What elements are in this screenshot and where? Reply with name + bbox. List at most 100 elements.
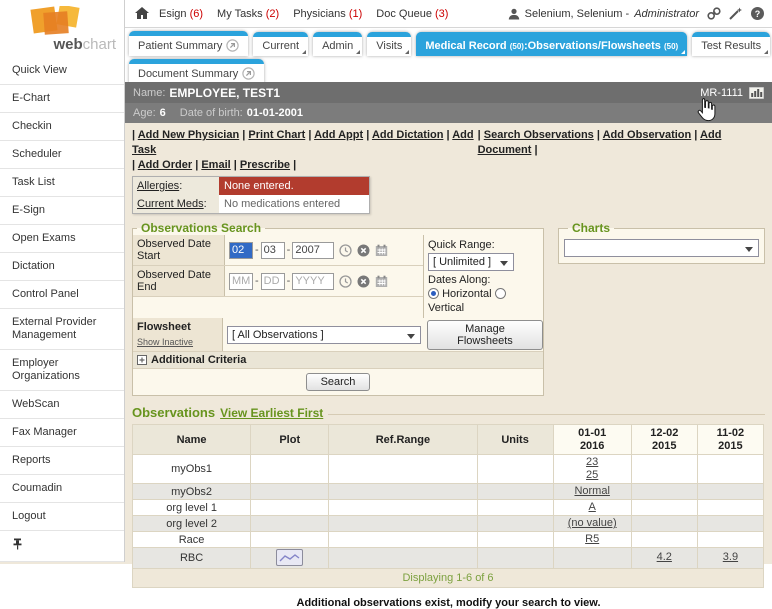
sidebar-item-external-provider-management[interactable]: External Provider Management <box>0 309 124 350</box>
col-name: Name <box>133 425 251 455</box>
sidebar-item-employer-organizations[interactable]: Employer Organizations <box>0 350 124 391</box>
vertical-label: Vertical <box>428 301 539 315</box>
tab-patient-summary[interactable]: Patient Summary <box>129 31 248 56</box>
obs-value-link[interactable]: 25 <box>586 469 598 482</box>
sidebar-item-task-list[interactable]: Task List <box>0 169 124 197</box>
obs-value-link[interactable]: 3.9 <box>723 551 738 564</box>
sidebar-item-scheduler[interactable]: Scheduler <box>0 141 124 169</box>
popout-icon[interactable] <box>242 67 255 80</box>
patient-dob: 01-01-2001 <box>247 107 303 119</box>
obs-name: myObs2 <box>133 484 251 500</box>
nav-physicians[interactable]: Physicians (1) <box>293 8 362 20</box>
tab-document-summary[interactable]: Document Summary <box>129 59 264 84</box>
link-add-dictation[interactable]: Add Dictation <box>372 129 444 141</box>
flowsheet-select[interactable]: [ All Observations ] <box>227 326 421 344</box>
clear-date-icon[interactable] <box>357 244 370 257</box>
sidebar-item-e-sign[interactable]: E-Sign <box>0 197 124 225</box>
chart-summary-icon[interactable] <box>749 87 764 99</box>
obs-value-link[interactable]: 4.2 <box>657 551 672 564</box>
table-row: myObs2 Normal <box>133 484 764 500</box>
obs-value-link[interactable]: R5 <box>585 533 599 546</box>
user-icon <box>508 8 520 20</box>
start-month-input[interactable] <box>229 242 253 259</box>
name-label: Name: <box>133 87 165 99</box>
link-prescribe[interactable]: Prescribe <box>240 159 290 171</box>
sidebar-item-reports[interactable]: Reports <box>0 447 124 475</box>
current-meds-label[interactable]: Current Meds <box>137 198 204 210</box>
quick-range-select[interactable]: [ Unlimited ] <box>428 253 514 271</box>
tab-current[interactable]: Current <box>253 32 308 56</box>
link-print-chart[interactable]: Print Chart <box>248 129 305 141</box>
obs-value-link[interactable]: Normal <box>574 485 609 498</box>
link-add-observation[interactable]: Add Observation <box>603 129 692 141</box>
link-add-order[interactable]: Add Order <box>138 159 192 171</box>
calendar-icon[interactable] <box>375 275 388 288</box>
sidebar-item-coumadin[interactable]: Coumadin <box>0 475 124 503</box>
sidebar-item-webscan[interactable]: WebScan <box>0 391 124 419</box>
allergies-label[interactable]: Allergies <box>137 180 179 192</box>
logo-chart: chart <box>83 36 116 53</box>
sidebar-item-fax-manager[interactable]: Fax Manager <box>0 419 124 447</box>
user-name: Selenium, Selenium - <box>525 8 630 20</box>
esign-count: (6) <box>190 8 203 20</box>
end-year-input[interactable] <box>292 273 334 290</box>
sidebar-pin-toggle[interactable] <box>0 531 124 562</box>
chart-links-row2: Add Order Email Prescribe <box>132 158 765 173</box>
wand-icon[interactable] <box>729 7 743 20</box>
tab-admin[interactable]: Admin <box>313 32 362 56</box>
obs-value-link[interactable]: 23 <box>586 456 598 469</box>
view-earliest-first-link[interactable]: View Earliest First <box>220 406 323 420</box>
tab-visits[interactable]: Visits <box>367 32 411 56</box>
col-date-2015-11-02[interactable]: 11-022015 <box>697 425 763 455</box>
nav-doc-queue[interactable]: Doc Queue (3) <box>376 8 448 20</box>
vertical-radio[interactable] <box>495 288 506 299</box>
sidebar-item-open-exams[interactable]: Open Exams <box>0 225 124 253</box>
quick-links-icon[interactable] <box>707 7 721 20</box>
sidebar-item-e-chart[interactable]: E-Chart <box>0 85 124 113</box>
home-icon[interactable] <box>135 7 149 20</box>
link-search-observations[interactable]: Search Observations <box>484 129 594 141</box>
patient-header-row1: Name: EMPLOYEE, TEST1 MR-1111 <box>125 82 772 103</box>
sparkline-plot-button[interactable] <box>276 549 303 566</box>
calendar-icon[interactable] <box>375 244 388 257</box>
obs-value-link[interactable]: (no value) <box>568 517 617 530</box>
popout-icon[interactable] <box>226 39 239 52</box>
obs-value-link[interactable]: A <box>589 501 596 514</box>
show-inactive-link[interactable]: Show Inactive <box>137 336 193 348</box>
link-add-new-physician[interactable]: Add New Physician <box>138 129 239 141</box>
tab-test-results[interactable]: Test Results <box>692 32 770 56</box>
horizontal-radio[interactable] <box>428 288 439 299</box>
clock-icon[interactable] <box>339 275 352 288</box>
manage-flowsheets-button[interactable]: Manage Flowsheets <box>427 320 543 350</box>
quick-range-column: Quick Range: [ Unlimited ] Dates Along: … <box>423 235 543 318</box>
clock-icon[interactable] <box>339 244 352 257</box>
help-icon[interactable]: ? <box>751 7 764 20</box>
clear-date-icon[interactable] <box>357 275 370 288</box>
col-units: Units <box>477 425 553 455</box>
sidebar-item-quick-view[interactable]: Quick View <box>0 57 124 85</box>
tab-medical-record-observations[interactable]: Medical Record (50):Observations/Flowshe… <box>416 32 687 56</box>
search-button[interactable]: Search <box>306 373 371 391</box>
sidebar-item-control-panel[interactable]: Control Panel <box>0 281 124 309</box>
table-footer-row: Displaying 1-6 of 6 <box>133 568 764 587</box>
sidebar-item-logout[interactable]: Logout <box>0 503 124 531</box>
start-day-input[interactable] <box>261 242 285 259</box>
age-label: Age: <box>133 107 156 119</box>
nav-esign[interactable]: Esign (6) <box>159 8 203 20</box>
quick-range-label: Quick Range: <box>428 238 539 252</box>
user-menu[interactable]: Selenium, Selenium - Administrator <box>508 8 699 20</box>
link-add-appt[interactable]: Add Appt <box>314 129 363 141</box>
sidebar-item-dictation[interactable]: Dictation <box>0 253 124 281</box>
end-day-input[interactable] <box>261 273 285 290</box>
end-month-input[interactable] <box>229 273 253 290</box>
link-email[interactable]: Email <box>201 159 230 171</box>
flowsheet-row: Flowsheet Show Inactive [ All Observatio… <box>133 318 543 352</box>
start-year-input[interactable] <box>292 242 334 259</box>
table-row: org level 2 (no value) <box>133 516 764 532</box>
additional-criteria-toggle[interactable]: Additional Criteria <box>133 352 543 369</box>
col-date-2016-01-01[interactable]: 01-012016 <box>553 425 631 455</box>
nav-my-tasks[interactable]: My Tasks (2) <box>217 8 279 20</box>
charts-select[interactable] <box>564 239 759 257</box>
col-date-2015-12-02[interactable]: 12-022015 <box>631 425 697 455</box>
sidebar-item-checkin[interactable]: Checkin <box>0 113 124 141</box>
